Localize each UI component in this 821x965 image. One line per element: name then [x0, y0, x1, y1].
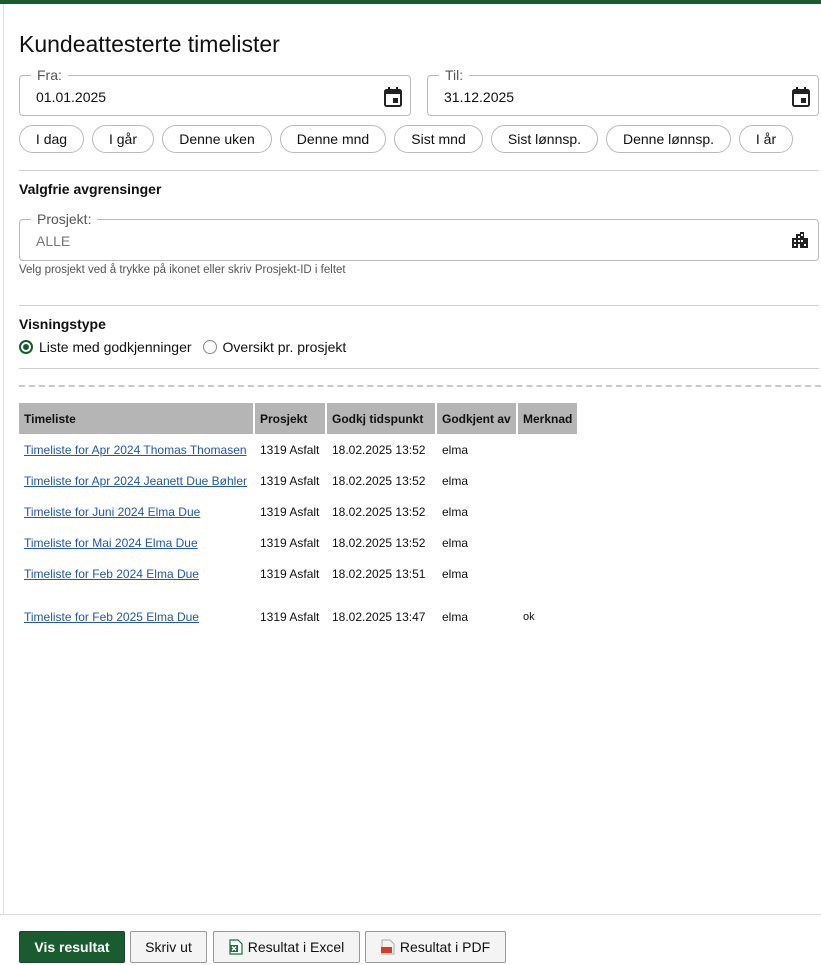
approved-by-cell: elma [442, 566, 469, 581]
to-date-label: Til: [439, 67, 470, 83]
left-divider [3, 4, 4, 964]
show-result-button[interactable]: Vis resultat [19, 931, 125, 963]
table-row: Timeliste for Mai 2024 Elma Due 1319 Asf… [19, 527, 577, 558]
pdf-icon [380, 939, 395, 955]
excel-icon [229, 939, 243, 955]
approved-by-cell: elma [442, 473, 469, 488]
quick-range-this-month[interactable]: Denne mnd [280, 125, 386, 153]
timesheet-link[interactable]: Timeliste for Mai 2024 Elma Due [24, 536, 198, 550]
page-title: Kundeattesterte timelister [19, 31, 280, 57]
timesheet-link[interactable]: Timeliste for Juni 2024 Elma Due [24, 505, 200, 519]
remark-cell [518, 527, 577, 558]
divider [19, 170, 819, 171]
to-date-field[interactable]: Til: 31.12.2025 [427, 67, 819, 116]
table-row: Timeliste for Feb 2025 Elma Due 1319 Asf… [19, 589, 577, 644]
table-header-row: Timeliste Prosjekt Godkj tidspunkt Godkj… [19, 403, 578, 434]
radio-unchecked-icon[interactable] [202, 340, 217, 354]
quick-range-yesterday[interactable]: I går [92, 125, 154, 153]
results-table: Timeliste Prosjekt Godkj tidspunkt Godkj… [19, 403, 578, 644]
dashed-separator [19, 385, 821, 387]
column-header-merknad[interactable]: Merknad [518, 403, 578, 434]
approved-time-cell: 18.02.2025 13:52 [332, 442, 426, 457]
timesheet-link[interactable]: Timeliste for Feb 2024 Elma Due [24, 567, 199, 581]
print-button[interactable]: Skriv ut [130, 931, 207, 963]
approved-time-cell: 18.02.2025 13:52 [332, 473, 426, 488]
approved-by-cell: elma [442, 535, 469, 550]
quick-range-today[interactable]: I dag [19, 125, 84, 153]
project-cell: 1319 Asfalt [260, 442, 320, 457]
to-date-value: 31.12.2025 [444, 89, 515, 105]
optional-filters-heading: Valgfrie avgrensinger [19, 181, 162, 197]
approved-time-cell: 18.02.2025 13:47 [332, 609, 426, 624]
table-row: Timeliste for Feb 2024 Elma Due 1319 Asf… [19, 558, 577, 589]
from-date-label: Fra: [31, 67, 68, 83]
project-label: Prosjekt: [31, 211, 98, 227]
view-type-heading: Visningstype [19, 316, 106, 332]
remark-cell [518, 434, 577, 465]
calendar-icon[interactable] [384, 87, 402, 107]
quick-range-this-week[interactable]: Denne uken [162, 125, 272, 153]
divider [19, 368, 819, 369]
remark-cell [518, 558, 577, 589]
project-cell: 1319 Asfalt [260, 535, 320, 550]
divider [19, 305, 819, 306]
calendar-icon[interactable] [792, 87, 810, 107]
view-option-list-label: Liste med godkjenninger [39, 339, 192, 355]
approved-by-cell: elma [442, 442, 469, 457]
excel-export-button[interactable]: Resultat i Excel [213, 931, 360, 963]
approved-time-cell: 18.02.2025 13:51 [332, 566, 426, 581]
approved-by-cell: elma [442, 504, 469, 519]
timesheet-link[interactable]: Timeliste for Apr 2024 Jeanett Due Bøhle… [24, 474, 247, 488]
approved-time-cell: 18.02.2025 13:52 [332, 535, 426, 550]
quick-range-this-year[interactable]: I år [739, 125, 793, 153]
column-header-timeliste[interactable]: Timeliste [19, 403, 255, 434]
remark-cell [518, 465, 577, 496]
project-cell: 1319 Asfalt [260, 504, 320, 519]
timesheet-link[interactable]: Timeliste for Feb 2025 Elma Due [24, 610, 199, 624]
project-cell: 1319 Asfalt [260, 609, 320, 624]
timesheet-link[interactable]: Timeliste for Apr 2024 Thomas Thomasen [24, 443, 247, 457]
view-type-options: Liste med godkjenninger Oversikt pr. pro… [19, 339, 346, 355]
excel-export-label: Resultat i Excel [247, 939, 345, 955]
remark-cell [518, 496, 577, 527]
column-header-godkjent-av[interactable]: Godkjent av [437, 403, 518, 434]
view-option-per-project-label: Oversikt pr. prosjekt [222, 339, 347, 355]
pdf-export-label: Resultat i PDF [399, 939, 491, 955]
table-row: Timeliste for Apr 2024 Jeanett Due Bøhle… [19, 465, 577, 496]
column-header-prosjekt[interactable]: Prosjekt [255, 403, 327, 434]
from-date-value: 01.01.2025 [36, 89, 107, 105]
column-header-godkj-tidspunkt[interactable]: Godkj tidspunkt [327, 403, 437, 434]
approved-by-cell: elma [442, 609, 469, 624]
project-cell: 1319 Asfalt [260, 473, 320, 488]
view-option-per-project[interactable]: Oversikt pr. prosjekt [202, 339, 347, 355]
project-field[interactable]: Prosjekt: ALLE [19, 211, 819, 261]
approved-time-cell: 18.02.2025 13:52 [332, 504, 426, 519]
table-row: Timeliste for Apr 2024 Thomas Thomasen 1… [19, 434, 577, 465]
project-cell: 1319 Asfalt [260, 566, 320, 581]
quick-range-last-pay-period[interactable]: Sist lønnsp. [491, 125, 598, 153]
from-date-field[interactable]: Fra: 01.01.2025 [19, 67, 411, 116]
quick-range-last-month[interactable]: Sist mnd [394, 125, 483, 153]
project-value: ALLE [36, 233, 71, 249]
table-row: Timeliste for Juni 2024 Elma Due 1319 As… [19, 496, 577, 527]
pdf-export-button[interactable]: Resultat i PDF [365, 931, 506, 963]
quick-range-this-pay-period[interactable]: Denne lønnsp. [606, 125, 731, 153]
view-option-list[interactable]: Liste med godkjenninger [19, 339, 192, 355]
building-icon[interactable] [791, 231, 809, 249]
project-hint: Velg prosjekt ved å trykke på ikonet ell… [19, 264, 346, 276]
remark-cell: ok [523, 610, 535, 623]
top-accent-bar [0, 0, 821, 4]
radio-checked-icon[interactable] [19, 340, 33, 354]
